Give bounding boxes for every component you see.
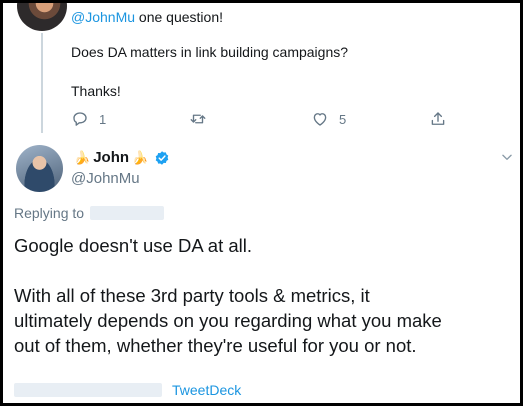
source-link[interactable]: TweetDeck — [172, 382, 241, 398]
tweet-line: out of them, whether they're useful for … — [14, 335, 417, 356]
thread-line — [41, 33, 43, 133]
chevron-down-icon[interactable] — [500, 150, 514, 164]
author-handle[interactable]: @JohnMu — [71, 170, 140, 187]
banana-emoji: 🍌 — [132, 149, 149, 165]
verified-icon — [155, 150, 169, 165]
retweet-icon — [190, 114, 206, 124]
like-count: 5 — [339, 111, 347, 127]
like-button[interactable]: 5 — [311, 108, 346, 130]
replying-to: Replying to — [14, 205, 165, 221]
redacted-mention — [90, 206, 165, 220]
tweet-line: ultimately depends on you regarding what… — [14, 310, 442, 331]
author-avatar[interactable] — [16, 145, 63, 192]
tweet-line: With all of these 3rd party tools & metr… — [14, 285, 370, 306]
share-button[interactable] — [429, 108, 447, 130]
retweet-button[interactable] — [189, 108, 207, 130]
reply-icon — [73, 112, 87, 126]
redacted-timestamp — [14, 383, 162, 397]
tweet-card: @JohnMu one question! Does DA matters in… — [0, 0, 523, 406]
parent-header: @JohnMu one question! — [71, 9, 223, 25]
banana-emoji: 🍌 — [74, 149, 91, 165]
parent-avatar[interactable] — [17, 3, 67, 31]
tweet-paragraph: Google doesn't use DA at all. — [14, 235, 253, 256]
parent-text-line2: Thanks! — [71, 83, 121, 99]
reply-button[interactable]: 1 — [71, 108, 106, 130]
like-icon — [313, 113, 327, 126]
reply-count: 1 — [99, 111, 107, 127]
author-name[interactable]: John — [93, 149, 129, 166]
replying-label: Replying to — [14, 205, 85, 221]
tweet-actions: 1 5 — [71, 108, 451, 132]
tweet-body: Google doesn't use DA at all. With all o… — [14, 233, 514, 358]
parent-text-line1: Does DA matters in link building campaig… — [71, 44, 349, 60]
share-icon — [431, 112, 445, 125]
mention-link[interactable]: @JohnMu — [71, 9, 135, 25]
tweet-footer: TweetDeck — [14, 382, 241, 398]
author-name-row[interactable]: 🍌 John 🍌 — [71, 149, 170, 166]
parent-head-text: one question! — [135, 9, 223, 25]
